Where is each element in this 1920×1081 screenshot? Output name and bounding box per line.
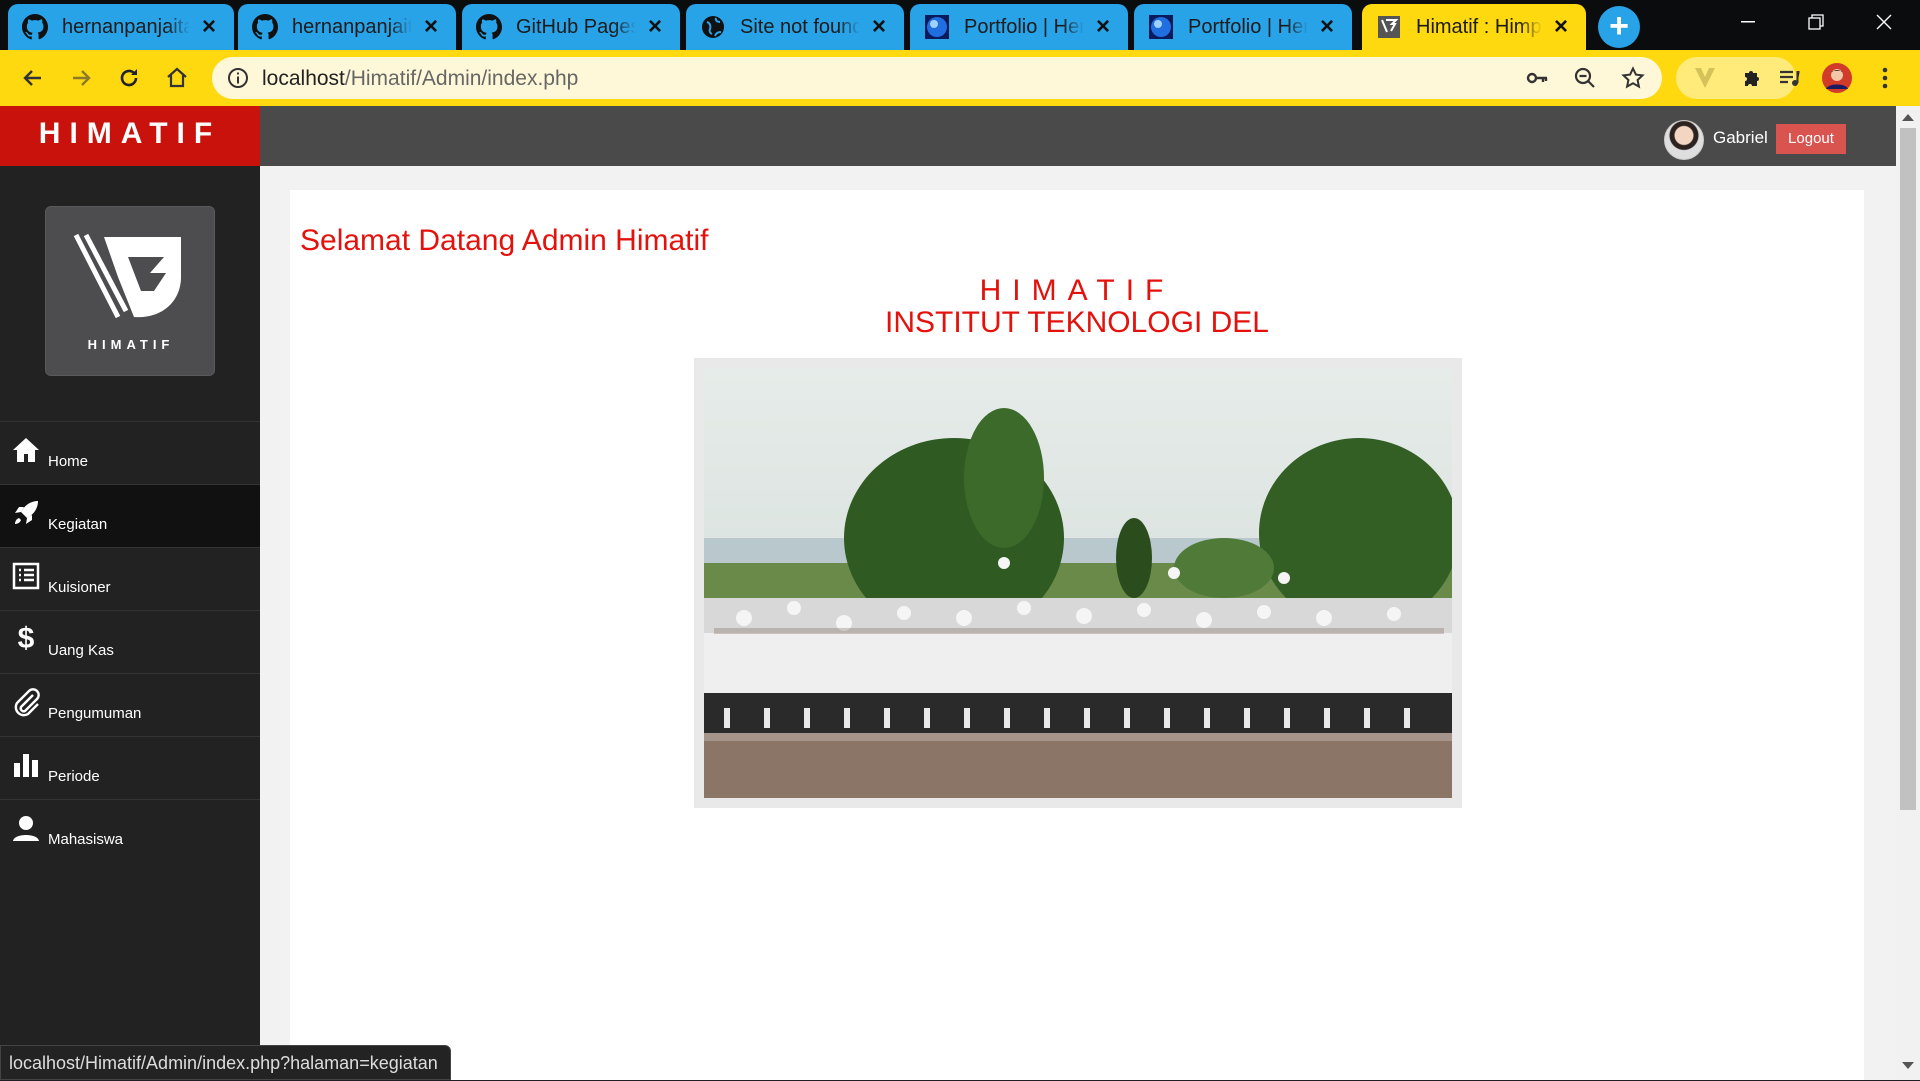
tab-title: hernanpanjaitan [62, 15, 190, 38]
star-icon[interactable] [1620, 65, 1646, 91]
sidebar-item-label: Kegiatan [48, 516, 108, 533]
sidebar-item-label: Uang Kas [48, 642, 114, 659]
brand-logo-text[interactable]: HIMATIF [0, 106, 260, 166]
browser-tabstrip: hernanpanjaitan × hernanpanjaitan × GitH… [0, 0, 1920, 50]
media-queue-icon[interactable] [1772, 61, 1806, 95]
tab-title: Himatif : Himpunan [1416, 15, 1542, 38]
browser-tab[interactable]: Site not found · G × [686, 4, 904, 50]
user-name: Gabriel [1713, 128, 1768, 147]
address-bar[interactable]: localhost/Himatif/Admin/index.php [212, 57, 1662, 99]
close-icon[interactable]: × [418, 13, 444, 40]
close-window-icon[interactable] [1854, 0, 1914, 44]
tab-title: Portfolio | Hernan [964, 15, 1084, 38]
group-photo-frame [694, 358, 1462, 808]
new-tab-button[interactable]: + [1598, 6, 1640, 48]
browser-tab[interactable]: Portfolio | Hernan × [910, 4, 1128, 50]
blue-orb-icon [924, 14, 950, 40]
himatif-logo: HIMATIF [45, 206, 215, 376]
scroll-down-icon[interactable] [1902, 1062, 1914, 1069]
scrollbar-thumb[interactable] [1900, 128, 1916, 810]
github-icon [22, 14, 48, 40]
sidebar-item-periode[interactable]: Periode [0, 736, 260, 799]
close-icon[interactable]: × [866, 13, 892, 40]
himatif-favicon [1376, 14, 1402, 40]
sidebar-item-label: Home [48, 453, 89, 470]
sidebar-item-label: Kuisioner [48, 579, 111, 596]
sidebar-item-mahasiswa[interactable]: Mahasiswa [0, 799, 260, 862]
sidebar-item-uang-kas[interactable]: $ Uang Kas [0, 610, 260, 673]
address-path: /Himatif/Admin/index.php [344, 67, 579, 90]
close-icon[interactable]: × [196, 13, 222, 40]
close-icon[interactable]: × [1548, 13, 1574, 40]
sidebar-item-label: Mahasiswa [48, 831, 124, 848]
sidebar-item-kegiatan[interactable]: Kegiatan [0, 484, 260, 547]
github-icon [252, 14, 278, 40]
browser-tab[interactable]: GitHub Pages | W × [462, 4, 680, 50]
group-photo [704, 368, 1452, 798]
top-navbar: Gabriel Logout [260, 106, 1896, 166]
paperclip-icon [10, 686, 42, 718]
tab-title: GitHub Pages | W [516, 15, 636, 38]
sidebar-item-pengumuman[interactable]: Pengumuman [0, 673, 260, 736]
sidebar-item-label: Pengumuman [48, 705, 142, 722]
user-icon [10, 812, 42, 844]
browser-tab-active[interactable]: Himatif : Himpunan × [1362, 4, 1586, 50]
blue-orb-icon [1148, 14, 1174, 40]
address-host: localhost [262, 67, 345, 90]
browser-tab[interactable]: Portfolio | Hernan × [1134, 4, 1352, 50]
page-scrollbar[interactable] [1896, 106, 1920, 1080]
logo-caption: HIMATIF [87, 337, 175, 352]
tab-title: Portfolio | Hernan [1188, 15, 1308, 38]
browser-tab[interactable]: hernanpanjaitan × [8, 4, 234, 50]
home-button-icon[interactable] [160, 61, 194, 95]
info-icon[interactable] [226, 66, 250, 90]
web-page: HIMATIF Gabriel Logout HIMATIF Home Kegi… [0, 106, 1920, 1080]
reload-icon[interactable] [112, 61, 146, 95]
org-name: HIMATIF [979, 274, 1175, 307]
close-icon[interactable]: × [642, 13, 668, 40]
sidebar-item-home[interactable]: Home [0, 421, 260, 484]
sidebar-item-label: Periode [48, 768, 100, 785]
profile-avatar[interactable] [1820, 61, 1854, 95]
user-avatar [1664, 120, 1704, 160]
browser-tab[interactable]: hernanpanjaitan × [238, 4, 456, 50]
scroll-up-icon[interactable] [1902, 114, 1914, 121]
zoom-out-icon[interactable] [1572, 65, 1598, 91]
github-icon [476, 14, 502, 40]
tab-title: Site not found · G [740, 15, 860, 38]
main-content: Selamat Datang Admin Himatif HIMATIF INS… [290, 190, 1864, 1080]
institution-name: INSTITUT TEKNOLOGI DEL [885, 306, 1269, 339]
key-icon[interactable] [1524, 65, 1550, 91]
link-status-bar: localhost/Himatif/Admin/index.php?halama… [0, 1045, 451, 1080]
close-icon[interactable]: × [1090, 13, 1116, 40]
logout-button[interactable]: Logout [1776, 124, 1846, 154]
sidebar-item-kuisioner[interactable]: Kuisioner [0, 547, 260, 610]
bar-chart-icon [10, 749, 42, 781]
list-icon [10, 560, 42, 592]
dollar-icon: $ [17, 622, 35, 655]
forward-icon[interactable] [64, 61, 98, 95]
restore-icon[interactable] [1786, 0, 1846, 44]
browser-menu-icon[interactable] [1868, 61, 1902, 95]
welcome-heading: Selamat Datang Admin Himatif [300, 224, 709, 257]
puzzle-icon[interactable] [1740, 65, 1766, 91]
tab-title: hernanpanjaitan [292, 15, 412, 38]
sidebar: HIMATIF Home Kegiatan Kuisioner $ Uang K… [0, 166, 260, 1080]
back-icon[interactable] [16, 61, 50, 95]
sidebar-menu: Home Kegiatan Kuisioner $ Uang Kas Pengu… [0, 421, 260, 862]
address-url: localhost/Himatif/Admin/index.php [262, 67, 578, 91]
home-icon [10, 434, 42, 466]
browser-toolbar: localhost/Himatif/Admin/index.php [0, 50, 1920, 106]
himatif-logo-mark [73, 233, 181, 319]
close-icon[interactable]: × [1314, 13, 1340, 40]
globe-icon [700, 14, 726, 40]
minimize-icon[interactable] [1718, 0, 1778, 44]
rocket-icon [10, 497, 42, 529]
vimium-extension-icon[interactable] [1692, 65, 1718, 91]
